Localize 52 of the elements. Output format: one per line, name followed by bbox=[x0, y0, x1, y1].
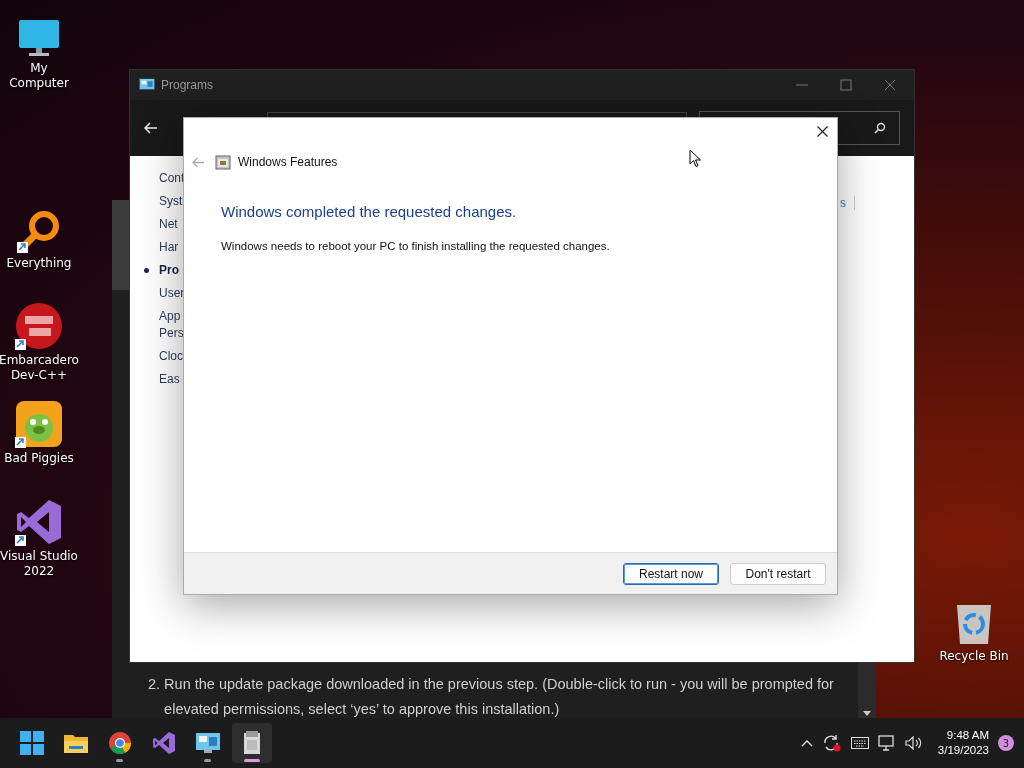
dialog-title: Windows Features bbox=[238, 155, 338, 169]
infinity-logo-icon[interactable] bbox=[152, 731, 176, 755]
desktop-icon-label[interactable]: Bad Piggies bbox=[4, 451, 74, 466]
clock-date[interactable]: 3/19/2023 bbox=[937, 743, 989, 758]
desktop-icon-label[interactable]: Embarcadero Dev-C++ bbox=[0, 353, 79, 383]
recycle-bin-icon bbox=[954, 602, 994, 646]
window-title: Programs bbox=[161, 78, 213, 92]
nav-link[interactable]: User bbox=[159, 285, 185, 302]
nav-link[interactable]: Syst bbox=[159, 193, 185, 210]
folder-icon[interactable] bbox=[63, 732, 89, 754]
network-icon[interactable] bbox=[877, 735, 896, 751]
scroll-down-arrow-icon[interactable] bbox=[863, 711, 871, 716]
nav-link[interactable]: Eas bbox=[159, 371, 185, 388]
browser-logo-icon[interactable] bbox=[108, 731, 132, 755]
clock-time[interactable]: 9:48 AM bbox=[946, 728, 989, 743]
step-number: 2. bbox=[148, 675, 161, 694]
control-panel-icon[interactable] bbox=[195, 732, 221, 754]
instruction-text: Run the update package downloaded in the previous step. (Double-click to run - you will be prompted for elevated permissions, select ‘yes’ to approve this installation.) bbox=[164, 675, 835, 719]
search-icon bbox=[874, 122, 886, 134]
nav-link[interactable]: Net bbox=[159, 216, 185, 233]
monitor-icon bbox=[17, 18, 61, 58]
windows-logo-icon[interactable] bbox=[20, 731, 44, 755]
circle-logo-icon bbox=[15, 302, 63, 350]
maximize-icon[interactable] bbox=[840, 79, 852, 91]
mouse-pointer-icon bbox=[689, 149, 702, 168]
desktop-icon-label[interactable]: Recycle Bin bbox=[939, 649, 1009, 664]
control-panel-icon bbox=[139, 78, 155, 92]
nav-link[interactable]: Pro bbox=[159, 262, 185, 279]
pig-app-icon bbox=[15, 400, 63, 448]
chevron-up-icon[interactable] bbox=[800, 739, 813, 747]
notification-badge[interactable]: 3 bbox=[998, 735, 1014, 751]
nav-link[interactable]: App Pers bbox=[159, 308, 185, 342]
infinity-logo-icon bbox=[15, 498, 63, 546]
nav-link[interactable]: Har bbox=[159, 239, 185, 256]
sync-alert-icon[interactable] bbox=[821, 734, 842, 752]
desktop-icon-label[interactable]: My Computer bbox=[0, 61, 78, 91]
features-icon bbox=[215, 154, 231, 170]
dialog-button[interactable]: Restart now bbox=[623, 562, 719, 585]
dialog-button[interactable]: Don't restart bbox=[730, 562, 826, 585]
keyboard-icon[interactable] bbox=[850, 737, 869, 749]
scrollbar[interactable] bbox=[858, 662, 876, 718]
desktop-icon-label[interactable]: Visual Studio 2022 bbox=[0, 549, 78, 579]
close-icon[interactable] bbox=[817, 126, 828, 137]
taskbar-app-button[interactable] bbox=[232, 723, 272, 763]
dialog-heading: Windows completed the requested changes. bbox=[221, 203, 518, 220]
volume-icon[interactable] bbox=[904, 736, 923, 750]
link-text[interactable]: s bbox=[840, 196, 846, 210]
dialog-message: Windows needs to reboot your PC to finish installing the requested changes. bbox=[221, 240, 611, 252]
nav-link[interactable]: Cont bbox=[159, 170, 185, 187]
document-stack-icon[interactable] bbox=[242, 731, 262, 755]
nav-link[interactable]: Cloc bbox=[159, 348, 185, 365]
desktop-icon-label[interactable]: Everything bbox=[6, 256, 72, 271]
